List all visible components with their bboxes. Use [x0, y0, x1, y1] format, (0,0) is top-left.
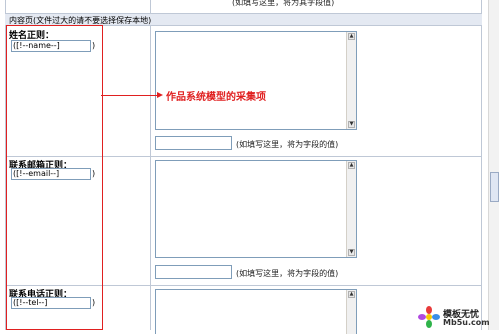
- annotation-highlight-box: [6, 25, 103, 330]
- scrollbar[interactable]: ▲: [346, 290, 356, 334]
- email-regex-textarea[interactable]: ▲ ▼: [155, 160, 357, 258]
- watermark-flower-icon: [418, 306, 440, 328]
- scroll-up-icon[interactable]: ▲: [348, 162, 355, 169]
- watermark-line2: Mb5u.com: [443, 318, 490, 327]
- top-row-hint: (如填写这里，将为其字段值): [232, 0, 335, 7]
- scrollbar[interactable]: ▲ ▼: [346, 32, 356, 129]
- scroll-up-icon[interactable]: ▲: [348, 33, 355, 40]
- scrollbar[interactable]: ▲ ▼: [346, 161, 356, 257]
- scroll-down-icon[interactable]: ▼: [348, 121, 355, 128]
- email-default-hint: (如填写这里，将为字段的值): [236, 269, 339, 278]
- scroll-up-icon[interactable]: ▲: [348, 291, 355, 298]
- annotation-text: 作品系统模型的采集项: [166, 92, 266, 103]
- name-default-input[interactable]: [155, 136, 232, 150]
- table-column-divider: [150, 0, 151, 330]
- annotation-arrowhead-icon: [157, 92, 163, 98]
- table-right-border: [481, 0, 482, 330]
- tel-regex-textarea[interactable]: ▲: [155, 289, 357, 334]
- page-scrollbar[interactable]: [488, 0, 499, 330]
- email-default-input[interactable]: [155, 265, 232, 279]
- scroll-down-icon[interactable]: ▼: [348, 249, 355, 256]
- name-regex-textarea[interactable]: ▲ ▼: [155, 31, 357, 130]
- name-default-hint: (如填写这里，将为字段的值): [236, 140, 339, 149]
- annotation-arrow-line: [101, 95, 157, 96]
- page-scrollbar-thumb[interactable]: [490, 172, 499, 202]
